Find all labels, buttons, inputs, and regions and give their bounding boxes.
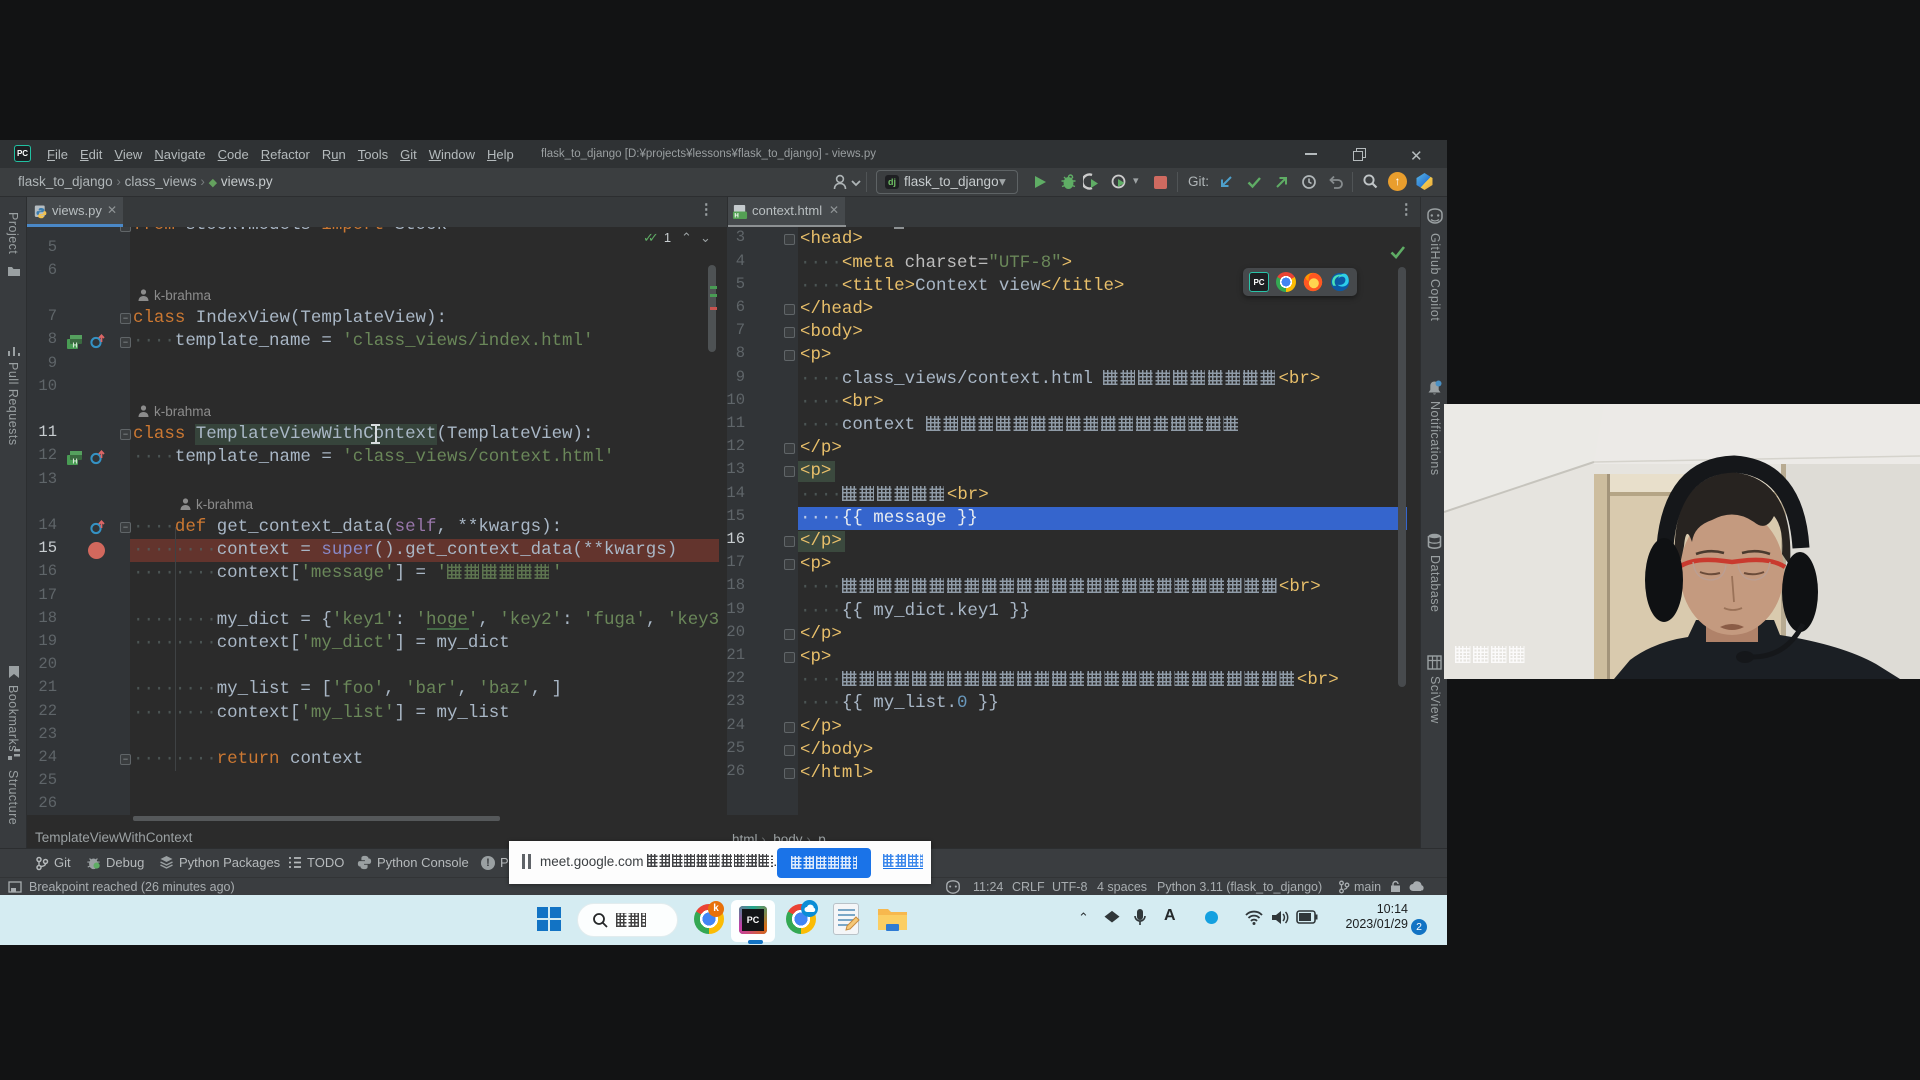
- svg-text:H: H: [734, 213, 738, 220]
- svg-text:H: H: [73, 459, 78, 466]
- svg-text:H: H: [73, 343, 78, 350]
